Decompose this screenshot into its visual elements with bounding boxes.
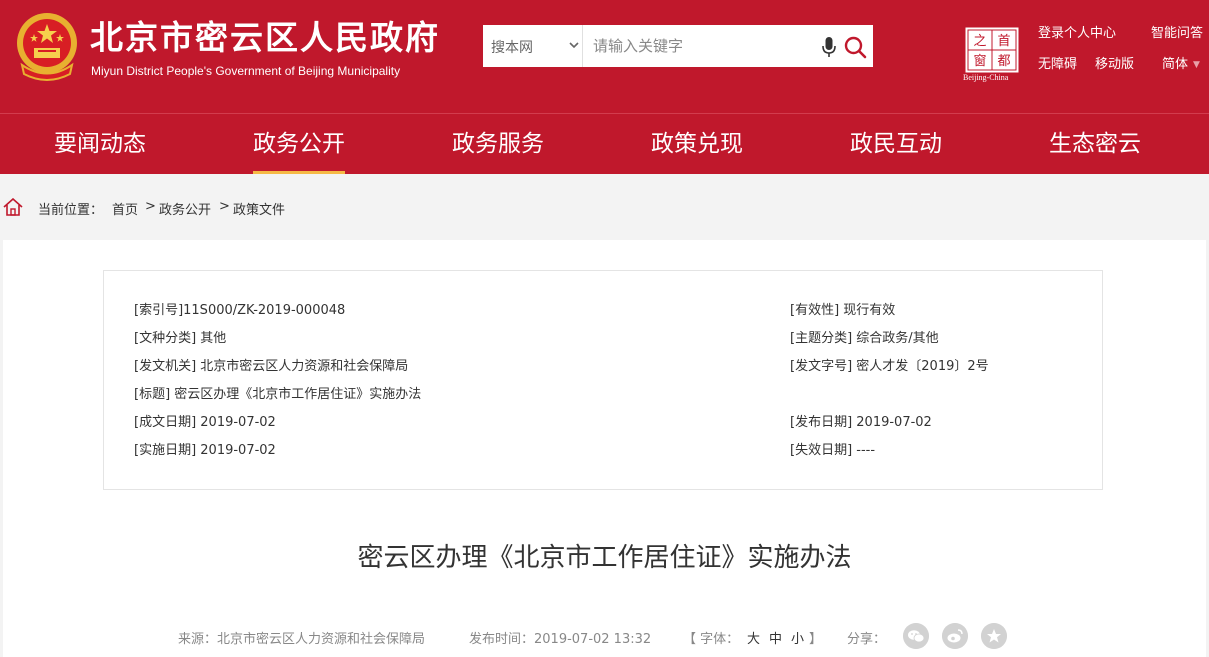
svg-text:首: 首 (997, 34, 1010, 49)
content-panel: [索引号]11S000/ZK-2019-000048 [有效性] 现行有效 [文… (3, 240, 1206, 657)
font-size-medium[interactable]: 中 (769, 628, 782, 647)
main-nav: 要闻动态 政务公开 政务服务 政策兑现 政民互动 生态密云 (0, 113, 1209, 174)
qa-link[interactable]: 智能问答 (1151, 26, 1203, 42)
meta-validity: [有效性] 现行有效 (790, 303, 896, 318)
site-subtitle: Miyun District People's Government of Be… (91, 64, 401, 78)
nav-item-news[interactable]: 要闻动态 (54, 114, 146, 174)
national-emblem-icon[interactable] (12, 10, 82, 82)
search-input[interactable] (593, 33, 818, 59)
breadcrumb: 当前位置： 首页 > 政务公开 > 政策文件 (0, 186, 1209, 226)
wechat-icon[interactable] (903, 623, 929, 649)
breadcrumb-gov-affairs[interactable]: 政务公开 (159, 199, 211, 218)
search-scope-label: 搜本网 (491, 40, 533, 56)
capital-logo-caption: Beijing-China (963, 73, 1009, 82)
share-label: 分享： (847, 632, 887, 647)
mobile-link[interactable]: 移动版 (1095, 57, 1134, 73)
home-icon (3, 198, 23, 216)
meta-expiry-date: [失效日期] ---- (790, 443, 876, 458)
font-size-close: 】 (809, 632, 823, 647)
breadcrumb-home[interactable]: 首页 (112, 199, 138, 218)
breadcrumb-separator: > (145, 199, 156, 214)
font-size-label: 【 字体： (683, 632, 740, 647)
caret-down-icon: ▼ (1193, 60, 1200, 70)
header: 北京市密云区人民政府 Miyun District People's Gover… (0, 0, 1209, 113)
meta-doc-type: [文种分类] 其他 (134, 331, 227, 346)
site-title[interactable]: 北京市密云区人民政府 (90, 18, 440, 58)
weibo-icon[interactable] (942, 623, 968, 649)
meta-written-date: [成文日期] 2019-07-02 (134, 415, 276, 430)
nav-item-interaction[interactable]: 政民互动 (850, 114, 942, 174)
article-source: 来源：北京市密云区人力资源和社会保障局 (178, 632, 426, 647)
font-size-large[interactable]: 大 (747, 628, 760, 647)
article-publish-time: 发布时间：2019-07-02 13:32 (469, 632, 652, 647)
meta-topic: [主题分类] 综合政务/其他 (790, 331, 939, 346)
svg-text:窗: 窗 (973, 53, 986, 69)
article-title: 密云区办理《北京市工作居住证》实施办法 (357, 543, 852, 573)
nav-item-gov-affairs[interactable]: 政务公开 (253, 114, 345, 174)
favorite-star-icon[interactable] (981, 623, 1007, 649)
meta-title: [标题] 密云区办理《北京市工作居住证》实施办法 (134, 387, 422, 402)
nav-item-ecology[interactable]: 生态密云 (1049, 114, 1141, 174)
nav-item-policy[interactable]: 政策兑现 (651, 114, 743, 174)
svg-text:都: 都 (997, 54, 1010, 69)
document-meta-table: [索引号]11S000/ZK-2019-000048 [有效性] 现行有效 [文… (103, 270, 1103, 490)
meta-issuer: [发文机关] 北京市密云区人力资源和社会保障局 (134, 359, 409, 374)
font-size-small[interactable]: 小 (791, 628, 804, 647)
meta-doc-no: [发文字号] 密人才发〔2019〕2号 (790, 359, 989, 374)
breadcrumb-label: 当前位置： (38, 203, 104, 218)
mic-icon[interactable] (821, 36, 837, 58)
meta-effective-date: [实施日期] 2019-07-02 (134, 443, 276, 458)
breadcrumb-policy-docs[interactable]: 政策文件 (233, 199, 285, 218)
language-select[interactable]: 简体 (1162, 57, 1188, 73)
login-link[interactable]: 登录个人中心 (1038, 26, 1116, 42)
svg-text:之: 之 (973, 34, 986, 49)
meta-publish-date: [发布日期] 2019-07-02 (790, 415, 932, 430)
search-scope-select[interactable]: 搜本网 (483, 25, 583, 67)
search-box: 搜本网 (483, 25, 873, 67)
chevron-down-icon (569, 42, 579, 49)
accessibility-link[interactable]: 无障碍 (1038, 57, 1077, 73)
search-icon[interactable] (843, 35, 867, 59)
article-info-bar: 来源：北京市密云区人力资源和社会保障局 发布时间：2019-07-02 13:3… (3, 622, 1206, 652)
meta-index-no: [索引号]11S000/ZK-2019-000048 (134, 303, 346, 318)
nav-item-services[interactable]: 政务服务 (452, 114, 544, 174)
breadcrumb-separator: > (219, 199, 230, 214)
